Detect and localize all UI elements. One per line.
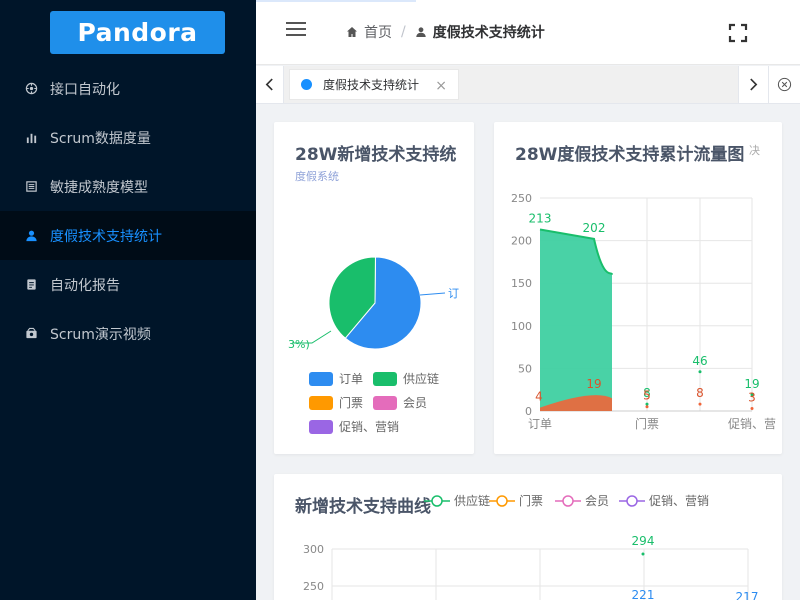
legend-item[interactable]: 会员 (373, 394, 427, 411)
legend-item[interactable]: 订单 (309, 370, 363, 387)
tabs-bar: 度假技术支持统计 × (256, 66, 800, 104)
y-tick-label: 200 (511, 235, 532, 248)
tabs-scroll-right-icon[interactable] (738, 66, 768, 103)
sidebar-item-label: 敏捷成熟度模型 (50, 179, 148, 196)
area-chart-card: 28W度假技术支持累计流量图 决 0 50 100 150 200 250 213 202 8 4… (494, 122, 782, 454)
breadcrumb-home[interactable]: 首页 (364, 22, 392, 42)
y-tick-label: 150 (511, 277, 532, 290)
sidebar-item-automation-report[interactable]: 自动化报告 (0, 260, 256, 309)
legend-item[interactable]: 促销、营销 (309, 418, 399, 435)
sidebar-item-label: Scrum数据度量 (50, 130, 151, 147)
tab-active-dot (301, 79, 312, 90)
data-point (698, 370, 702, 374)
x-tick-label: 订单 (528, 417, 552, 431)
data-label: 46 (692, 354, 707, 368)
sidebar-item-scrum-metrics[interactable]: Scrum数据度量 (0, 113, 256, 162)
data-point (645, 402, 649, 406)
pie-chart-card: 28W新增技术支持统 度假系统 订 3%) 订单 供应链 门票 会员 促销、营销 (274, 122, 474, 454)
sidebar-menu: 接口自动化 Scrum数据度量 敏捷成熟度模型 度假技术支持统计 自动化报告 S… (0, 64, 256, 358)
tab-vacation-support[interactable]: 度假技术支持统计 × (289, 69, 459, 100)
app-logo[interactable]: Pandora (50, 11, 225, 54)
data-label: 217 (736, 590, 759, 600)
api-icon (24, 82, 38, 96)
top-header: 首页 / 度假技术支持统计 (256, 0, 800, 65)
tabs-scroll-left-icon[interactable] (256, 66, 284, 103)
close-all-tabs-icon[interactable] (768, 66, 800, 103)
line-chart-card: 新增技术支持曲线 供应链 门票 会员 促销、营销 250 300 294 221 217 (274, 474, 782, 600)
video-icon (24, 327, 38, 341)
legend-item[interactable]: 门票 (309, 394, 363, 411)
sidebar-item-label: 自动化报告 (50, 277, 120, 294)
sidebar-item-vacation-support[interactable]: 度假技术支持统计 (0, 211, 256, 260)
breadcrumb-current: 度假技术支持统计 (432, 25, 545, 41)
x-tick-label: 促销、营 (728, 417, 776, 431)
data-label: 19 (586, 377, 601, 391)
data-point (645, 405, 649, 409)
sidebar-item-label: Scrum演示视频 (50, 326, 151, 343)
tab-label: 度假技术支持统计 (323, 78, 420, 92)
fullscreen-icon[interactable] (728, 23, 748, 43)
y-tick-label: 250 (303, 580, 324, 593)
data-label: 4 (535, 390, 543, 404)
sidebar-item-scrum-video[interactable]: Scrum演示视频 (0, 309, 256, 358)
breadcrumb: 首页 / 度假技术支持统计 (346, 22, 545, 42)
report-icon (24, 278, 38, 292)
menu-toggle-icon[interactable] (286, 22, 306, 38)
sidebar-item-label: 接口自动化 (50, 81, 120, 98)
sidebar-item-agile-maturity[interactable]: 敏捷成熟度模型 (0, 162, 256, 211)
data-label: 8 (696, 386, 704, 400)
y-tick-label: 50 (518, 362, 532, 375)
data-label: 202 (583, 221, 606, 235)
line-chart: 250 300 294 221 217 (303, 534, 759, 600)
x-tick-label: 门票 (635, 416, 659, 431)
loading-bar (256, 0, 416, 2)
sidebar-item-api-automation[interactable]: 接口自动化 (0, 64, 256, 113)
model-icon (24, 180, 38, 194)
data-point (750, 406, 754, 410)
legend-item[interactable]: 供应链 (373, 370, 439, 387)
data-label: 19 (744, 377, 759, 391)
y-tick-label: 250 (511, 192, 532, 205)
data-label: 221 (632, 588, 655, 600)
sidebar: Pandora 接口自动化 Scrum数据度量 敏捷成熟度模型 度假技术支持统计 (0, 0, 256, 600)
bar-chart-icon (24, 131, 38, 145)
user-icon (24, 229, 38, 243)
y-tick-label: 300 (303, 543, 324, 556)
area-chart: 050100150200250213202846194195 8 3订单 门票 促销、营 (511, 192, 776, 431)
sidebar-item-label: 度假技术支持统计 (50, 228, 162, 245)
y-tick-label: 100 (511, 320, 532, 333)
data-point (698, 402, 702, 406)
data-label: 294 (632, 534, 655, 548)
tab-strip: 度假技术支持统计 × (284, 66, 738, 103)
user-icon (415, 26, 427, 38)
pie-label-right: 订 (448, 287, 459, 300)
data-label: 3 (748, 390, 756, 404)
data-label: 213 (529, 212, 552, 226)
home-icon (346, 26, 358, 38)
close-icon[interactable]: × (435, 78, 447, 94)
data-label: 5 (643, 389, 651, 403)
data-point (641, 552, 645, 556)
pie-label-left: 3%) (288, 338, 310, 351)
breadcrumb-separator: / (401, 24, 406, 40)
